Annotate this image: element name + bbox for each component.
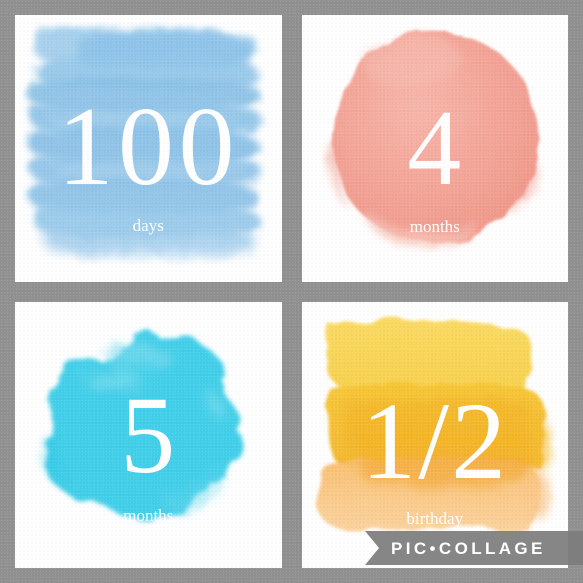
collage-tile-months-5[interactable]: 5 months: [15, 301, 282, 568]
watercolor-yellow-bands-art: [307, 307, 564, 564]
collage-tile-birthday[interactable]: 1/2 birthday: [301, 301, 568, 568]
watercolor-coral-blob-art: [307, 20, 564, 277]
pic-collage-watermark[interactable]: PIC•COLLAGE: [365, 531, 583, 565]
collage-grid: 100 days 4 months 5 months 1/2 birthday: [0, 0, 583, 583]
collage-tile-days[interactable]: 100 days: [15, 15, 282, 282]
watercolor-blue-brush-art: [20, 20, 277, 277]
collage-canvas: 100 days 4 months 5 months 1/2 birthday …: [0, 0, 583, 583]
collage-tile-months-4[interactable]: 4 months: [301, 15, 568, 282]
watermark-label: PIC•COLLAGE: [391, 539, 546, 558]
watercolor-cyan-splat-art: [20, 307, 277, 564]
